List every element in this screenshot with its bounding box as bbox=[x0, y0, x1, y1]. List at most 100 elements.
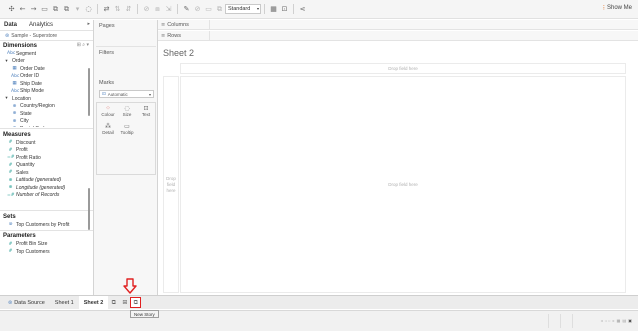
tab-data[interactable]: Data bbox=[4, 22, 17, 28]
search-icon[interactable]: ⊞ ⌕ ▾ bbox=[77, 42, 89, 48]
sheet-tab-bar: ⊜ Data Source Sheet 1 Sheet 2 ⧉ ⊞ ⧉ bbox=[0, 295, 638, 310]
columns-shelf[interactable]: ≡ Columns bbox=[158, 20, 638, 30]
prev-sheet-icon[interactable]: ◃ bbox=[605, 318, 607, 323]
sheet-title[interactable]: Sheet 2 bbox=[163, 48, 194, 58]
tooltip-icon[interactable]: ⊘ bbox=[192, 4, 203, 15]
measures-scrollbar[interactable] bbox=[88, 188, 90, 230]
field-item[interactable]: # Discount bbox=[3, 139, 93, 147]
share-icon[interactable]: ⋖ bbox=[297, 4, 308, 15]
data-source-item[interactable]: ⊜ Sample - Superstore bbox=[0, 31, 93, 41]
sheet-tab[interactable]: Sheet 1 bbox=[50, 296, 79, 310]
data-pane-tabs: Data Analytics ▸ bbox=[0, 20, 93, 31]
shelf-column: Pages Filters Marks ⊡ Automatic ▾ ⁘ Colo… bbox=[94, 20, 158, 295]
field-item[interactable]: ⊕ Longitude (generated) bbox=[3, 184, 93, 192]
field-item[interactable]: # Sales bbox=[3, 169, 93, 177]
field-label: Longitude (generated) bbox=[16, 184, 66, 191]
pages-label: Pages bbox=[99, 23, 115, 29]
next-sheet-icon[interactable]: ▹ bbox=[609, 318, 611, 323]
row-drop-zone[interactable]: Drop field here bbox=[163, 76, 179, 293]
show-tabs-icon[interactable]: ▣ bbox=[628, 318, 632, 323]
fix-axes-icon[interactable]: ⇲ bbox=[163, 4, 174, 15]
new-dashboard-icon[interactable]: ⊞ bbox=[119, 297, 130, 308]
duplicate-icon[interactable]: ▾ bbox=[72, 4, 83, 15]
last-sheet-icon[interactable]: ▸ bbox=[613, 318, 615, 323]
text-button[interactable]: ⊡ Text bbox=[137, 101, 155, 117]
clear-icon[interactable]: ◌ bbox=[83, 4, 94, 15]
tooltip-label: Tooltip bbox=[120, 130, 134, 135]
colour-label: Colour bbox=[101, 112, 115, 117]
data-source-tab[interactable]: ⊜ Data Source bbox=[3, 296, 50, 310]
status-divider bbox=[572, 314, 573, 328]
field-item[interactable]: # Profit bbox=[3, 147, 93, 155]
toolbar-divider bbox=[137, 4, 138, 14]
field-item[interactable]: ⊕ Latitude (generated) bbox=[3, 177, 93, 185]
field-item[interactable]: =# Number of Records bbox=[3, 192, 93, 200]
device-preview-icon[interactable]: ⊡ bbox=[279, 4, 290, 15]
field-item[interactable]: Abc Order ID bbox=[3, 73, 93, 81]
pane-menu-icon[interactable]: ▸ bbox=[87, 21, 90, 27]
tableau-logo-icon[interactable]: ✣ bbox=[6, 4, 17, 15]
size-button[interactable]: ◌ Size bbox=[118, 101, 136, 117]
save-icon[interactable]: ▭ bbox=[39, 4, 50, 15]
toolbar-divider bbox=[264, 4, 265, 14]
measures-list: # Discount # Profit =# Profit Ratio # Quantity #… bbox=[0, 139, 93, 209]
field-item[interactable]: ⊚ Top Customers by Profit bbox=[3, 221, 93, 229]
field-item[interactable]: # Profit Bin Size bbox=[3, 241, 93, 249]
field-label: Top Customers bbox=[16, 248, 50, 255]
mark-type-select[interactable]: ⊡ Automatic ▾ bbox=[99, 90, 154, 98]
show-filmstrip-icon[interactable]: ▤ bbox=[622, 318, 626, 323]
field-item[interactable]: ▾ Order bbox=[3, 58, 93, 66]
sort-asc-icon[interactable]: ⇅ bbox=[112, 4, 123, 15]
field-item[interactable]: Abc Segment bbox=[3, 50, 93, 58]
group-icon[interactable]: ⊘ bbox=[141, 4, 152, 15]
field-item[interactable]: # Quantity bbox=[3, 162, 93, 170]
text-icon[interactable]: ⧉ bbox=[214, 4, 225, 15]
field-item[interactable]: ▦ Order Date bbox=[3, 65, 93, 73]
field-type-icon: # bbox=[8, 140, 13, 146]
sort-desc-icon[interactable]: ⇵ bbox=[123, 4, 134, 15]
drop-hint: Drop field here bbox=[388, 66, 418, 71]
presentation-icon[interactable]: ▭ bbox=[203, 4, 214, 15]
new-datasource-icon[interactable]: ⧉ bbox=[50, 4, 61, 15]
detail-button[interactable]: ⁂ Detail bbox=[99, 119, 117, 135]
field-item[interactable]: Abc Ship Mode bbox=[3, 88, 93, 96]
show-me-icon: ⁝ bbox=[602, 4, 605, 12]
show-me-button[interactable]: ⁝ Show Me bbox=[603, 4, 632, 12]
new-worksheet-icon[interactable]: ⧉ bbox=[108, 297, 119, 308]
text-icon: ⊡ bbox=[143, 105, 149, 112]
field-item[interactable]: # Top Customers bbox=[3, 248, 93, 256]
new-story-icon[interactable]: ⧉ bbox=[130, 297, 142, 308]
field-item[interactable]: ⊕ Country/Region bbox=[3, 103, 93, 111]
highlight-icon[interactable]: ✎ bbox=[181, 4, 192, 15]
field-item[interactable]: ▾ Location bbox=[3, 95, 93, 103]
view-drop-zone[interactable]: Drop field here bbox=[180, 76, 626, 293]
presentation-mode-icon[interactable]: ▦ bbox=[268, 4, 279, 15]
tooltip-button[interactable]: ▭ Tooltip bbox=[118, 119, 136, 135]
show-sheet-sorter-icon[interactable]: ▦ bbox=[617, 318, 621, 323]
columns-label: Columns bbox=[167, 21, 189, 28]
filters-label: Filters bbox=[99, 50, 114, 56]
undo-icon[interactable]: ← bbox=[17, 4, 28, 15]
field-label: Discount bbox=[16, 139, 36, 146]
redo-icon[interactable]: → bbox=[28, 4, 39, 15]
fit-select[interactable]: Standard ▾ bbox=[225, 4, 261, 14]
first-sheet-icon[interactable]: ◂ bbox=[601, 318, 603, 323]
new-worksheet-icon[interactable]: ⧉ bbox=[61, 4, 72, 15]
colour-button[interactable]: ⁘ Colour bbox=[99, 101, 117, 117]
field-item[interactable]: =# Profit Ratio bbox=[3, 154, 93, 162]
dimensions-title: Dimensions bbox=[3, 42, 38, 49]
swap-icon[interactable]: ⇄ bbox=[101, 4, 112, 15]
rows-shelf[interactable]: ≡ Rows bbox=[158, 31, 638, 41]
column-drop-zone[interactable]: Drop field here bbox=[180, 63, 626, 74]
field-item[interactable]: ▦ Ship Date bbox=[3, 80, 93, 88]
detail-label: Detail bbox=[102, 130, 114, 135]
sheet-tab-active[interactable]: Sheet 2 bbox=[78, 295, 109, 310]
dimensions-scrollbar[interactable] bbox=[88, 68, 90, 116]
field-item[interactable]: ⊕ State bbox=[3, 110, 93, 118]
tab-analytics[interactable]: Analytics bbox=[29, 22, 53, 28]
pages-shelf[interactable]: Pages bbox=[96, 20, 156, 45]
labels-icon[interactable]: ⧈ bbox=[152, 4, 163, 15]
field-item[interactable]: ⊕Postal Code bbox=[3, 125, 93, 127]
data-source-tab-label: Data Source bbox=[14, 299, 45, 306]
field-item[interactable]: ⊕ City bbox=[3, 118, 93, 126]
